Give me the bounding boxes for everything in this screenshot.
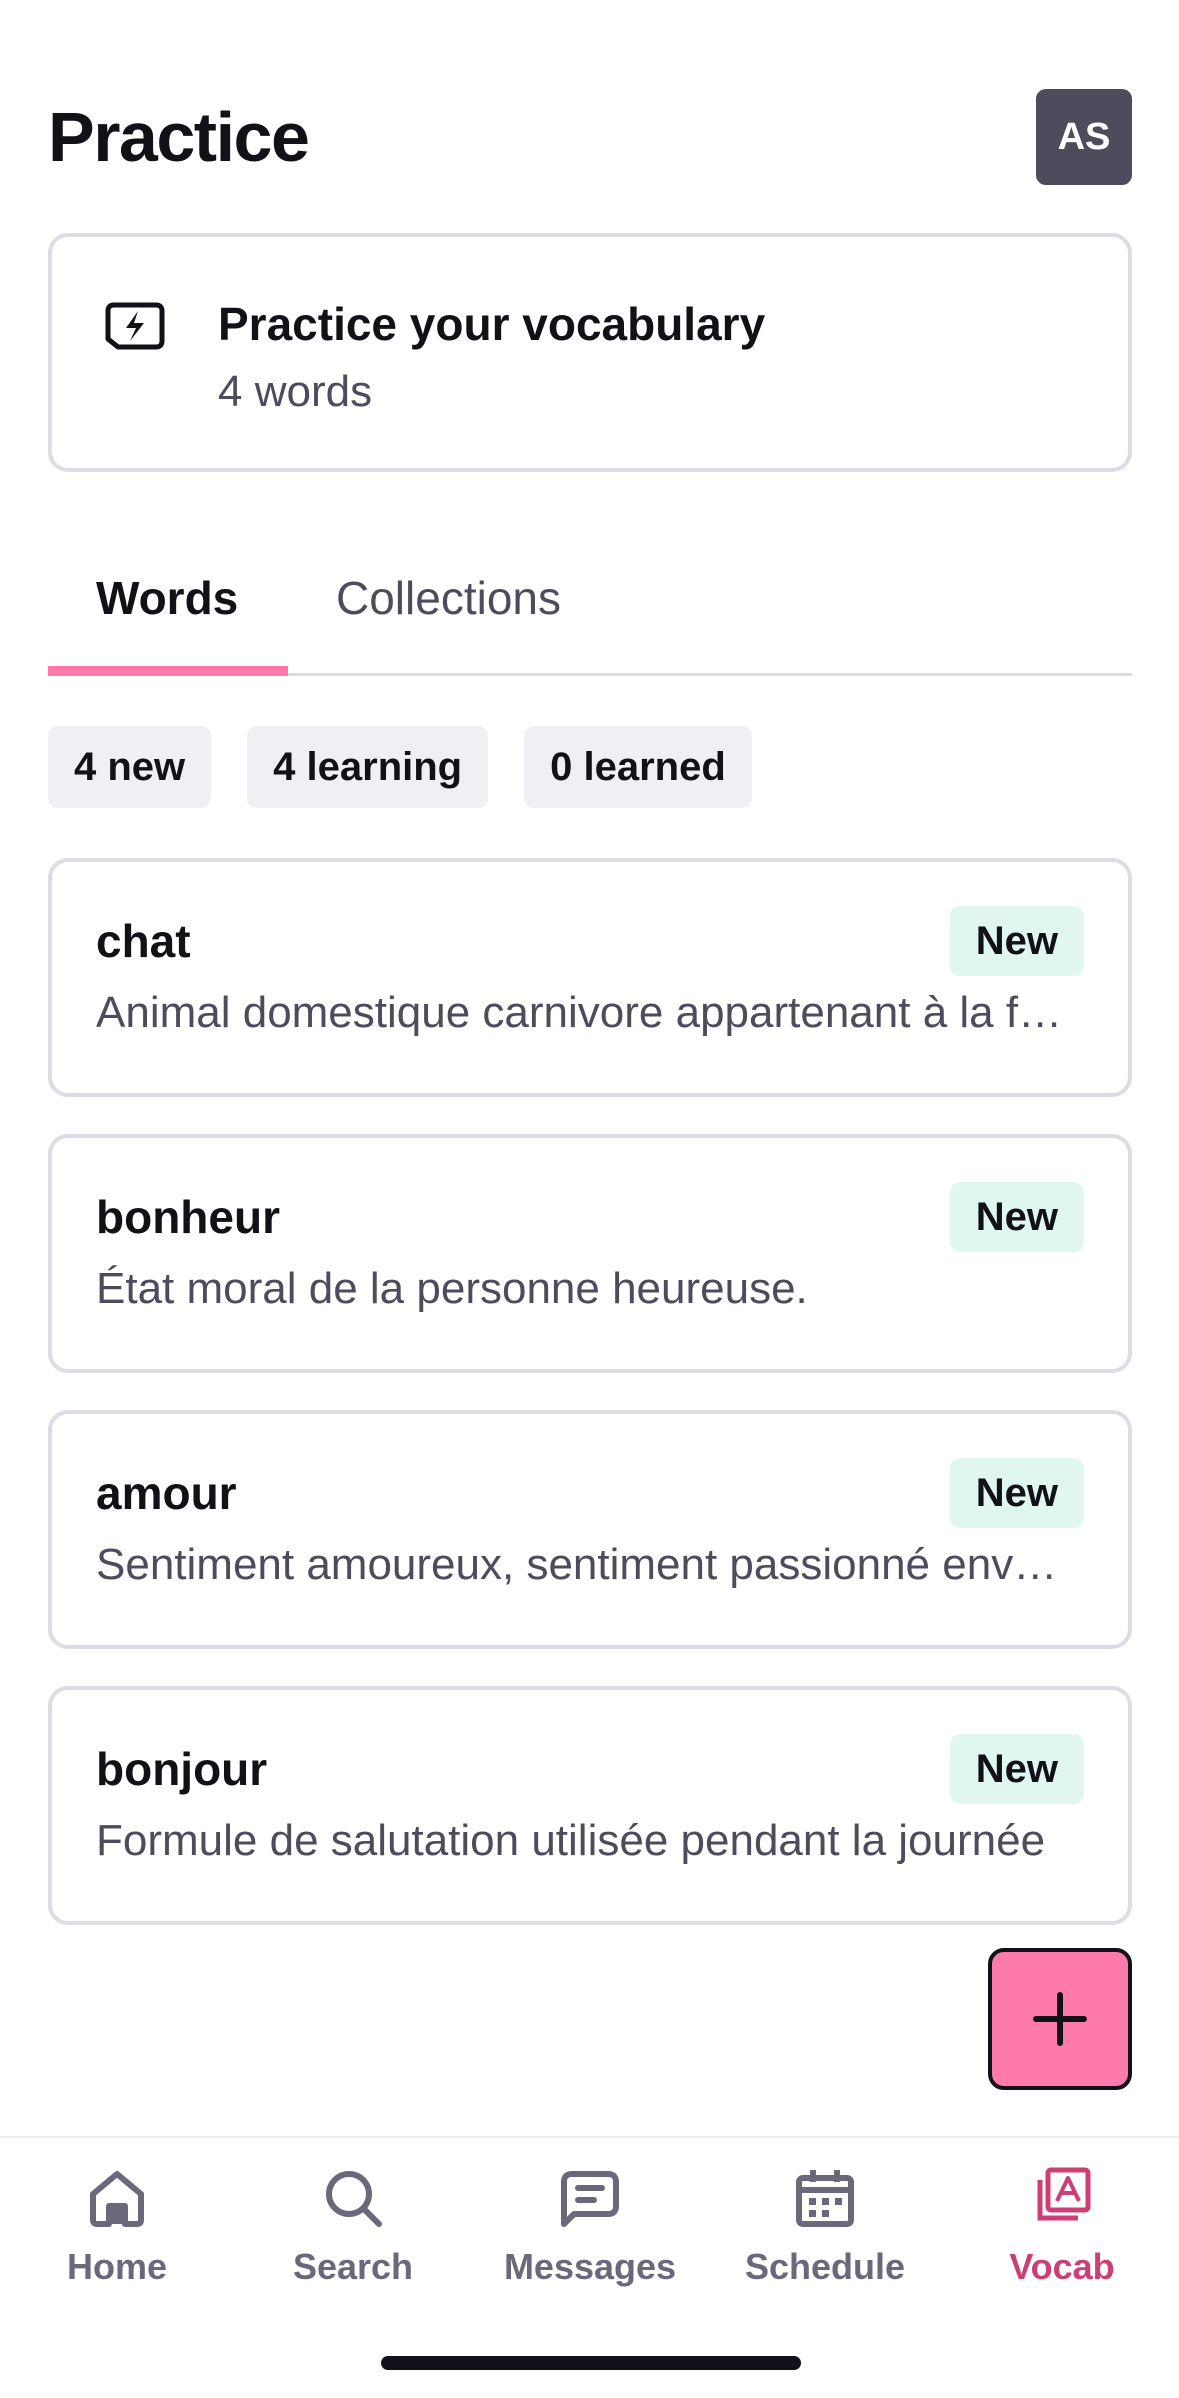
add-word-button[interactable] xyxy=(988,1948,1132,2090)
search-icon xyxy=(326,2171,382,2227)
nav-label: Vocab xyxy=(1009,2246,1115,2287)
bolt-icon xyxy=(105,302,165,350)
word-card-amour[interactable]: amour New Sentiment amoureux, sentiment … xyxy=(48,1410,1132,1649)
chip-learning[interactable]: 4 learning xyxy=(247,726,489,808)
nav-messages[interactable]: Messages xyxy=(490,2166,690,2316)
avatar[interactable]: AS xyxy=(1036,89,1132,185)
word-card-chat[interactable]: chat New Animal domestique carnivore app… xyxy=(48,858,1132,1097)
calendar-icon xyxy=(796,2170,854,2227)
tab-words[interactable]: Words xyxy=(96,520,238,676)
nav-label: Schedule xyxy=(744,2246,906,2287)
vocab-icon xyxy=(1037,2167,1091,2221)
word-text: bonheur xyxy=(96,1191,280,1243)
word-definition: Sentiment amoureux, sentiment passionné … xyxy=(96,1540,1076,1589)
nav-search[interactable]: Search xyxy=(253,2166,453,2316)
word-card-bonheur[interactable]: bonheur New État moral de la personne he… xyxy=(48,1134,1132,1373)
word-text: chat xyxy=(96,915,191,967)
word-definition: Formule de salutation utilisée pendant l… xyxy=(96,1816,1046,1865)
active-tab-indicator xyxy=(48,666,288,676)
home-icon xyxy=(90,2171,144,2227)
status-badge: New xyxy=(949,1182,1084,1252)
practice-vocabulary-card[interactable]: Practice your vocabulary 4 words xyxy=(48,233,1132,472)
tab-collections[interactable]: Collections xyxy=(336,520,561,676)
word-definition: Animal domestique carnivore appartenant … xyxy=(96,988,1076,1037)
tab-bar: Words Collections xyxy=(48,520,1132,676)
word-text: bonjour xyxy=(96,1743,268,1795)
chip-new[interactable]: 4 new xyxy=(48,726,212,808)
practice-card-title: Practice your vocabulary xyxy=(218,298,766,350)
word-card-bonjour[interactable]: bonjour New Formule de salutation utilis… xyxy=(48,1686,1132,1925)
status-badge: New xyxy=(949,1458,1084,1528)
word-text: amour xyxy=(96,1467,237,1519)
messages-icon xyxy=(561,2171,619,2227)
status-badge: New xyxy=(949,906,1084,976)
page-title: Practice xyxy=(48,98,310,176)
home-indicator[interactable] xyxy=(381,2356,801,2370)
nav-home[interactable]: Home xyxy=(17,2166,217,2316)
practice-card-subtitle: 4 words xyxy=(218,367,373,416)
nav-schedule[interactable]: Schedule xyxy=(725,2166,925,2316)
status-badge: New xyxy=(949,1734,1084,1804)
nav-label: Messages xyxy=(503,2246,677,2287)
word-definition: État moral de la personne heureuse. xyxy=(96,1264,808,1313)
nav-label: Search xyxy=(292,2246,414,2287)
nav-vocab[interactable]: Vocab xyxy=(962,2166,1162,2316)
plus-icon xyxy=(1033,1992,1087,2046)
nav-label: Home xyxy=(66,2246,168,2287)
status-chips: 4 new 4 learning 0 learned xyxy=(48,726,752,808)
chip-learned[interactable]: 0 learned xyxy=(524,726,752,808)
